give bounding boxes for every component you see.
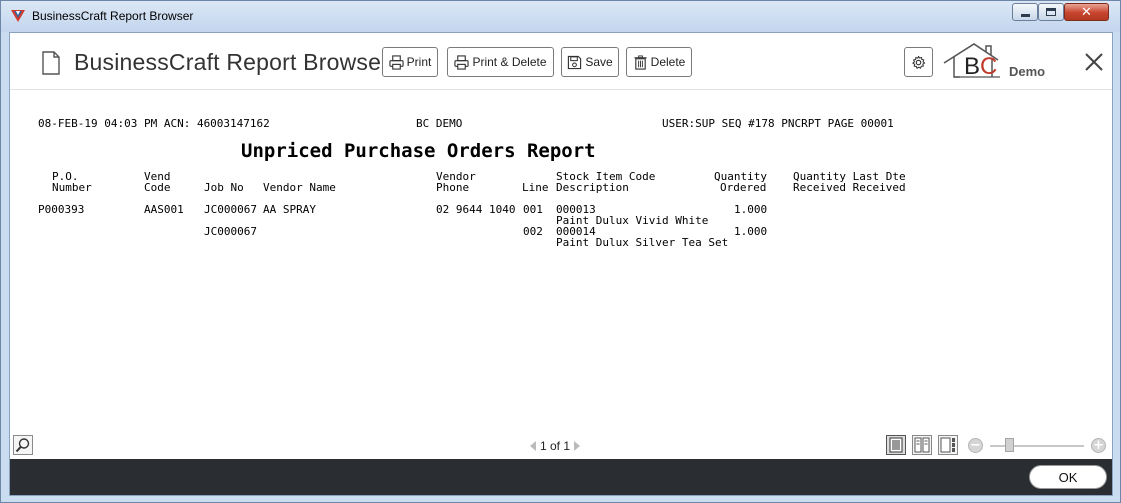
zoom-out-button[interactable]: −: [968, 438, 983, 453]
report-header-right: USER:SUP SEQ #178 PNCRPT PAGE 00001: [662, 117, 894, 130]
col-vend-2: Code: [144, 181, 171, 194]
report-title: Unpriced Purchase Orders Report: [241, 140, 596, 162]
report-header-left: 08-FEB-19 04:03 PM ACN: 46003147162: [38, 117, 270, 130]
page-indicator: 1 of 1: [540, 439, 571, 453]
two-page-view-button[interactable]: [912, 435, 932, 455]
logo-letter-b: B: [964, 53, 981, 80]
row1-job: JC000067: [204, 203, 257, 216]
col-vendor-name: Vendor Name: [263, 181, 336, 194]
close-x-icon[interactable]: [1083, 51, 1105, 73]
row1-vendor-name: AA SPRAY: [263, 203, 316, 216]
ok-button[interactable]: OK: [1029, 465, 1107, 489]
page-with-thumbnails-view-button[interactable]: [938, 435, 958, 455]
window-titlebar[interactable]: BusinessCraft Report Browser ✕: [1, 1, 1120, 32]
single-page-icon: [889, 437, 903, 453]
report-viewer: 08-FEB-19 04:03 PM ACN: 46003147162 BC D…: [10, 91, 1112, 431]
report-header-center: BC DEMO: [416, 117, 463, 130]
save-button[interactable]: Save: [561, 47, 619, 77]
trash-icon: [634, 54, 647, 70]
maximize-button[interactable]: [1038, 3, 1064, 21]
single-page-view-button[interactable]: [886, 435, 906, 455]
client-area: BusinessCraft Report Browser Print Print…: [9, 32, 1113, 496]
demo-label: Demo: [1009, 64, 1046, 79]
zoom-slider-thumb[interactable]: [1005, 438, 1014, 452]
save-button-label: Save: [585, 55, 613, 69]
minimize-button[interactable]: [1012, 3, 1038, 21]
row1-qty: 1.000: [734, 203, 768, 216]
col-qrec-2: Received Received: [793, 181, 906, 194]
maximize-icon: [1046, 8, 1056, 16]
print-and-delete-button-label: Print & Delete: [472, 55, 547, 69]
printer-icon: [389, 54, 404, 70]
document-icon: [42, 51, 60, 75]
next-page-icon[interactable]: [574, 441, 581, 451]
print-and-delete-button[interactable]: Print & Delete: [447, 47, 554, 77]
page-title: BusinessCraft Report Browser: [74, 49, 389, 75]
window-title: BusinessCraft Report Browser: [32, 9, 194, 23]
col-qty-2: Ordered: [720, 181, 767, 194]
row1-vend: AAS001: [144, 203, 184, 216]
page-navigator: 1 of 1: [530, 439, 600, 453]
previous-page-icon[interactable]: [530, 441, 536, 451]
bottom-action-bar: OK: [10, 459, 1112, 495]
printer-icon: [454, 54, 470, 70]
row2-line: 002: [523, 225, 543, 238]
col-vphone-2: Phone: [436, 181, 470, 194]
col-line: Line: [522, 181, 549, 194]
col-jobno: Job No: [204, 181, 244, 194]
row2-job: JC000067: [204, 225, 257, 238]
delete-button[interactable]: Delete: [626, 47, 692, 77]
row1-line: 001: [523, 203, 543, 216]
minimize-icon: [1020, 13, 1030, 17]
row1-po: P000393: [38, 203, 85, 216]
logo-letter-c: C: [980, 53, 998, 80]
print-button[interactable]: Print: [382, 47, 438, 77]
col-po-2: Number: [52, 181, 92, 194]
row2-qty: 1.000: [734, 225, 768, 238]
zoom-in-button[interactable]: +: [1091, 438, 1106, 453]
businesscraft-app-icon: [11, 10, 25, 22]
delete-button-label: Delete: [650, 55, 686, 69]
report-browser-window: BusinessCraft Report Browser ✕ BusinessC…: [0, 0, 1121, 503]
thumbnail-view-icon: [940, 437, 955, 453]
gear-icon: [912, 55, 926, 69]
settings-button[interactable]: [904, 47, 933, 77]
toolbar-header: BusinessCraft Report Browser Print Print…: [10, 33, 1112, 90]
window-close-button[interactable]: ✕: [1064, 3, 1109, 21]
row1-phone: 02 9644 1040: [436, 203, 516, 216]
logo-text: BC: [964, 53, 997, 81]
search-button[interactable]: [13, 435, 33, 455]
col-stock-2: Description: [556, 181, 629, 194]
row2-description: Paint Dulux Silver Tea Set: [556, 236, 729, 249]
floppy-disk-icon: [568, 55, 582, 69]
print-button-label: Print: [406, 55, 432, 69]
close-icon: ✕: [1081, 4, 1092, 20]
two-page-icon: [914, 437, 930, 453]
businesscraft-logo: BC: [942, 41, 1008, 83]
magnifier-icon: [15, 438, 30, 453]
